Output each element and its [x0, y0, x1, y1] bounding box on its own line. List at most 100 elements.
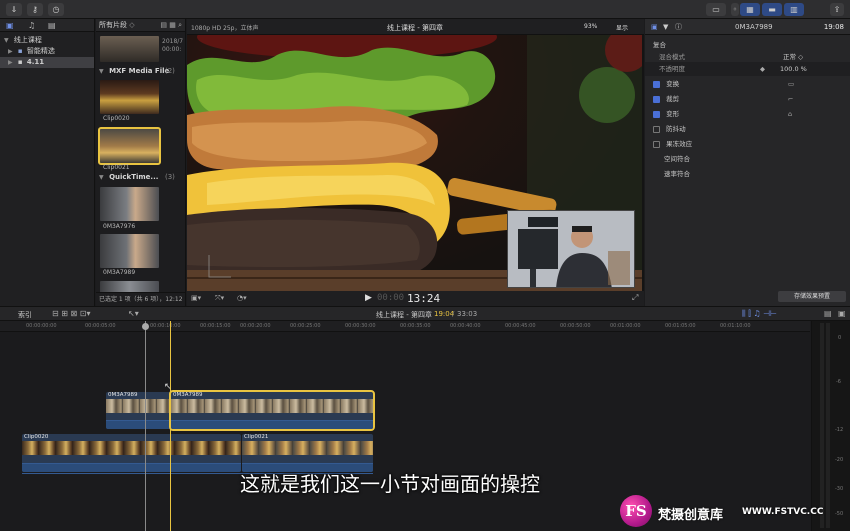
- blend-mode-label: 混合模式: [659, 53, 685, 61]
- checkbox-checked[interactable]: [653, 110, 660, 118]
- viewer-crop-menu[interactable]: ⤧▾: [215, 294, 224, 303]
- inspector-section-crop[interactable]: 裁剪 ⌐: [645, 92, 850, 106]
- effects-toggle[interactable]: ◦: [731, 3, 739, 16]
- toggle-timeline-button[interactable]: ▬: [762, 3, 782, 16]
- clip-appearance-icon[interactable]: ▤: [824, 309, 832, 318]
- opacity-label: 不透明度: [659, 65, 685, 73]
- inspector: ▣ ▼ ⓘ 0M3A7989 19:08 复合 混合模式 正常 ◇ 不透明度 ◆…: [645, 19, 850, 306]
- checkbox-unchecked[interactable]: [653, 140, 660, 148]
- timeline-total: 33:03: [457, 310, 478, 318]
- toggle-inspector-button[interactable]: ▥: [784, 3, 804, 16]
- keywords-button[interactable]: ⚷: [27, 3, 43, 16]
- clip-thumbnail-clip0020[interactable]: [100, 80, 159, 114]
- clip-title: 0M3A7989: [108, 392, 138, 398]
- timeline-clip-0m3a7989-a[interactable]: 0M3A7989: [106, 392, 170, 429]
- app-toolbar: ⇓ ⚷ ◷ ▭ ◦ ▦ ▬ ▥ ⇪: [0, 0, 850, 19]
- toggle-browser-button[interactable]: ▦: [740, 3, 760, 16]
- disclosure-collapsed-icon[interactable]: ▶: [8, 59, 13, 66]
- disclosure-expanded-icon[interactable]: ▼: [99, 174, 104, 181]
- keyframe-icon[interactable]: ◆: [760, 62, 765, 76]
- distort-onscreen-icon[interactable]: ⌂: [788, 107, 792, 121]
- effects-browser-icon[interactable]: ▣: [838, 309, 846, 318]
- inspector-section-transform[interactable]: 变换 ▭: [645, 77, 850, 91]
- save-effects-preset-button[interactable]: 存储效果预置: [778, 291, 846, 302]
- skimmer-line: [145, 321, 146, 531]
- titles-generators-icon[interactable]: ▤: [48, 21, 56, 30]
- browser-group-quicktime[interactable]: ▼ QuickTime... (3): [99, 173, 175, 181]
- viewer-footer: ▣▾ ⤧▾ ◔▾ ▶ 00:00 13:24 ⤢: [187, 291, 644, 306]
- clip-thumbnail-0m3a7989[interactable]: [100, 234, 159, 268]
- browser-filter-menu[interactable]: 所有片段: [99, 21, 127, 29]
- playhead[interactable]: [170, 321, 171, 531]
- timeline-clip-0m3a7989-b[interactable]: 0M3A7989: [169, 390, 375, 431]
- fullscreen-icon[interactable]: ⤢: [632, 293, 638, 303]
- disclosure-expanded-icon[interactable]: ▼: [4, 37, 9, 44]
- checkbox-checked[interactable]: [653, 95, 660, 103]
- library-item-label: 线上课程: [13, 36, 42, 44]
- share-button[interactable]: ⇪: [830, 3, 844, 16]
- libraries-icon[interactable]: ▣: [6, 21, 14, 30]
- section-label: 果冻效应: [666, 140, 693, 148]
- picture-in-picture[interactable]: [507, 210, 635, 288]
- clip-thumbnail[interactable]: [100, 36, 159, 62]
- ruler-tick: 00:00:45:00: [505, 323, 536, 329]
- import-button[interactable]: ⇓: [6, 3, 22, 16]
- watermark-logo: FS: [620, 495, 652, 527]
- clip-title: Clip0020: [24, 434, 49, 440]
- inspector-section-stabilization[interactable]: 防抖动: [645, 122, 850, 136]
- crop-onscreen-icon[interactable]: ⌐: [788, 92, 793, 106]
- background-tasks-button[interactable]: ◷: [48, 3, 64, 16]
- viewer-transform-menu[interactable]: ▣▾: [191, 294, 201, 302]
- library-item-course[interactable]: ▼ 线上课程: [0, 35, 94, 46]
- photos-audio-icon[interactable]: ♫: [28, 21, 35, 30]
- browser-group-count: (3): [165, 173, 175, 181]
- video-frame[interactable]: [187, 35, 642, 291]
- disclosure-expanded-icon[interactable]: ▼: [99, 68, 104, 75]
- browser-view-icons[interactable]: ▤ ▦ ⌕: [160, 19, 182, 32]
- inspector-section-rate-conform[interactable]: 速率符合: [645, 167, 850, 181]
- checkbox-checked[interactable]: [653, 80, 660, 88]
- inspector-duration: 19:08: [823, 23, 844, 31]
- checkbox-unchecked[interactable]: [653, 125, 660, 133]
- workspace-menu-button[interactable]: ▭: [706, 3, 726, 16]
- opacity-row: 不透明度 ◆ 100.0 %: [645, 62, 850, 76]
- color-inspector-icon[interactable]: ▼: [663, 19, 668, 35]
- transform-onscreen-icon[interactable]: ▭: [788, 77, 794, 91]
- info-inspector-icon[interactable]: ⓘ: [675, 19, 682, 35]
- inspector-layout-icon: ▥: [790, 5, 798, 14]
- timeline-clip-clip0021[interactable]: Clip0021: [242, 434, 373, 472]
- viewer-timecode[interactable]: 13:24: [407, 292, 440, 305]
- layout-icon: ▭: [712, 5, 720, 14]
- viewer-format: 1080p HD 25p，立体声: [191, 25, 259, 32]
- browser-group-mxf[interactable]: ▼ MXF Media File (2): [99, 67, 175, 75]
- ruler-tick: 00:01:05:00: [665, 323, 696, 329]
- skimming-toggles[interactable]: ⫼ ⫿ ♫ ⊣⊢: [742, 309, 777, 319]
- inspector-section-rolling-shutter[interactable]: 果冻效应: [645, 137, 850, 151]
- section-label: 防抖动: [666, 125, 686, 133]
- presenter-image: [508, 211, 634, 287]
- library-item-event[interactable]: ▶ ▪ 4.11: [0, 57, 94, 68]
- viewer-speed-menu[interactable]: ◔▾: [237, 294, 247, 302]
- clip-audio-waveform: [22, 463, 241, 472]
- select-tool-menu[interactable]: ↖▾: [128, 309, 139, 318]
- inspector-section-distort[interactable]: 变形 ⌂: [645, 107, 850, 121]
- clip-name: 0M3A7976: [103, 223, 136, 230]
- viewer-display-menu[interactable]: 显示: [616, 23, 628, 32]
- disclosure-collapsed-icon[interactable]: ▶: [8, 48, 13, 55]
- browser-status: 已选定 1 项（共 6 项），12:12: [96, 292, 185, 306]
- video-inspector-icon[interactable]: ▣: [651, 19, 658, 35]
- opacity-value[interactable]: 100.0 %: [780, 62, 807, 76]
- library-item-smart-collections[interactable]: ▶ ▪ 智能精选: [0, 46, 94, 57]
- play-button[interactable]: ▶: [365, 293, 372, 303]
- timeline-clip-clip0020[interactable]: Clip0020: [22, 434, 241, 472]
- timeline-ruler[interactable]: 00:00:00:00 00:00:05:00 00:00:10:00 00:0…: [0, 321, 810, 332]
- inspector-section-spatial-conform[interactable]: 空间符合: [645, 152, 850, 166]
- timeline-index-button[interactable]: 索引: [18, 310, 32, 320]
- viewer-zoom-menu[interactable]: 93%: [584, 23, 597, 30]
- watermark-url: WWW.FSTVC.CC: [742, 507, 824, 517]
- clip-thumbnail-0m3a7976[interactable]: [100, 187, 159, 221]
- filter-chevron-icon[interactable]: ◇: [129, 21, 134, 29]
- edit-buttons[interactable]: ⊟ ⊞ ⊠ ⊡▾: [52, 309, 90, 318]
- ruler-tick: 00:00:50:00: [560, 323, 591, 329]
- clip-thumbnail-clip0021[interactable]: [98, 127, 161, 165]
